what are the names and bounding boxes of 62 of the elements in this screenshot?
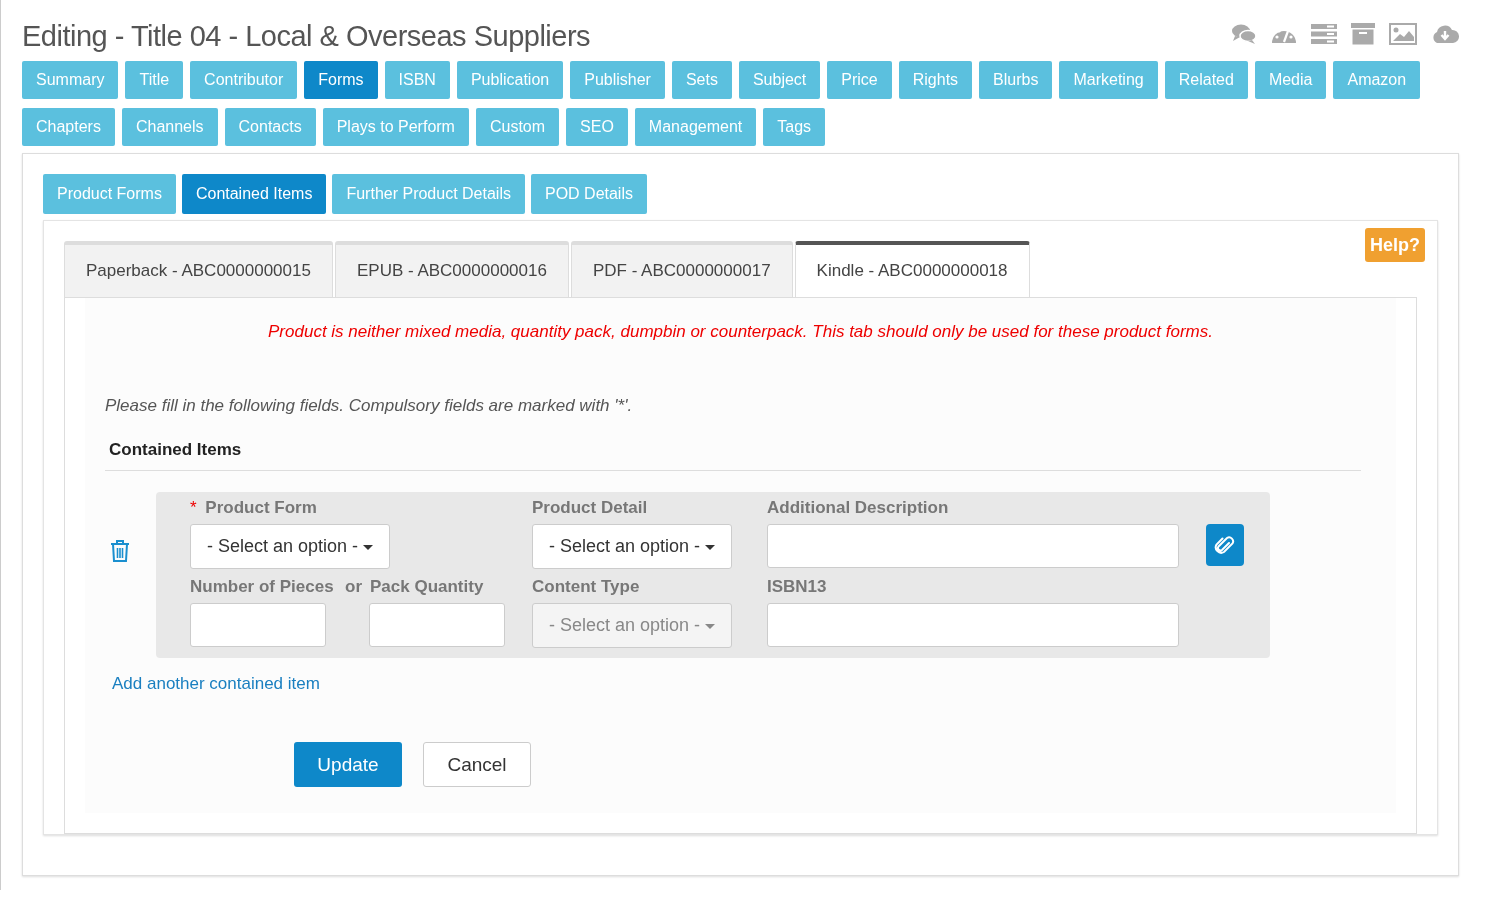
nav-tab[interactable]: Contacts (224, 108, 316, 146)
trash-icon[interactable] (110, 539, 130, 563)
field-label: ISBN13 (767, 576, 828, 597)
nav-tab[interactable]: Publisher (570, 61, 665, 99)
nav-tab[interactable]: Amazon (1333, 61, 1421, 99)
update-button[interactable]: Update (294, 742, 402, 787)
pack-quantity-field[interactable] (369, 603, 505, 647)
warning-message: Product is neither mixed media, quantity pack, dumpbin or counterpack. This tab should only be used for these product forms. (267, 322, 1214, 342)
product-tab[interactable]: Paperback - ABC0000000015 (64, 241, 333, 297)
nav-tab[interactable]: Related (1164, 61, 1248, 99)
sub-tab[interactable]: Further Product Details (332, 174, 525, 214)
nav-tab[interactable]: Plays to Perform (322, 108, 469, 146)
product-detail-select[interactable]: - Select an option - (532, 524, 733, 569)
nav-tab[interactable]: Price (827, 61, 892, 99)
required-mark: * (190, 498, 197, 517)
nav-tab[interactable]: Subject (738, 61, 821, 99)
instructions-text: Please fill in the following fields. Compulsory fields are marked with '*'. (105, 396, 634, 416)
archive-box-icon[interactable] (1351, 22, 1375, 45)
nav-tab[interactable]: Chapters (22, 108, 115, 146)
nav-tab[interactable]: Title (125, 61, 184, 99)
paperclip-icon (1214, 534, 1236, 556)
nav-tab[interactable]: Custom (475, 108, 560, 146)
chat-icon[interactable] (1231, 22, 1257, 45)
cancel-button[interactable]: Cancel (423, 742, 531, 787)
list-icon[interactable] (1311, 22, 1337, 45)
page-title: Editing - Title 04 - Local & Overseas Suppliers (22, 20, 591, 53)
nav-tab[interactable]: Forms (304, 61, 378, 99)
field-label: Pack Quantity (370, 577, 484, 597)
or-label: or (345, 577, 362, 597)
attach-button[interactable] (1206, 524, 1244, 566)
help-button[interactable]: Help? (1365, 228, 1425, 262)
image-icon[interactable] (1389, 22, 1417, 45)
nav-tab[interactable]: ISBN (384, 61, 450, 99)
section-heading: Contained Items (105, 440, 1361, 471)
additional-description-field[interactable] (767, 524, 1179, 568)
field-label: Number of Pieces (190, 577, 334, 596)
nav-tab[interactable]: Blurbs (979, 61, 1053, 99)
nav-tab[interactable]: SEO (566, 108, 628, 146)
nav-tab[interactable]: Channels (121, 108, 218, 146)
add-item-link[interactable]: Add another contained item (112, 674, 320, 693)
product-tab[interactable]: EPUB - ABC0000000016 (334, 241, 569, 297)
nav-tab[interactable]: Marketing (1059, 61, 1158, 99)
sub-tab[interactable]: Contained Items (181, 174, 327, 214)
sub-tab[interactable]: Product Forms (43, 174, 176, 214)
nav-tab[interactable]: Publication (456, 61, 564, 99)
product-tab[interactable]: PDF - ABC0000000017 (570, 241, 793, 297)
nav-tab[interactable]: Media (1254, 61, 1327, 99)
field-label: Content Type (532, 576, 641, 597)
nav-tab[interactable]: Summary (22, 61, 119, 99)
nav-tab[interactable]: Contributor (190, 61, 298, 99)
nav-tab[interactable]: Rights (898, 61, 973, 99)
nav-tab[interactable]: Tags (763, 108, 826, 146)
field-label: Additional Description (767, 497, 950, 518)
product-form-select[interactable]: - Select an option - (190, 524, 391, 569)
product-tab[interactable]: Kindle - ABC0000000018 (794, 241, 1030, 297)
field-label: Product Detail (532, 497, 649, 518)
sub-tab[interactable]: POD Details (530, 174, 647, 214)
field-label: * Product Form (190, 497, 318, 518)
isbn13-field[interactable] (767, 603, 1179, 647)
number-of-pieces-field[interactable] (190, 603, 326, 647)
nav-tab[interactable]: Management (634, 108, 757, 146)
nav-tab[interactable]: Sets (671, 61, 732, 99)
